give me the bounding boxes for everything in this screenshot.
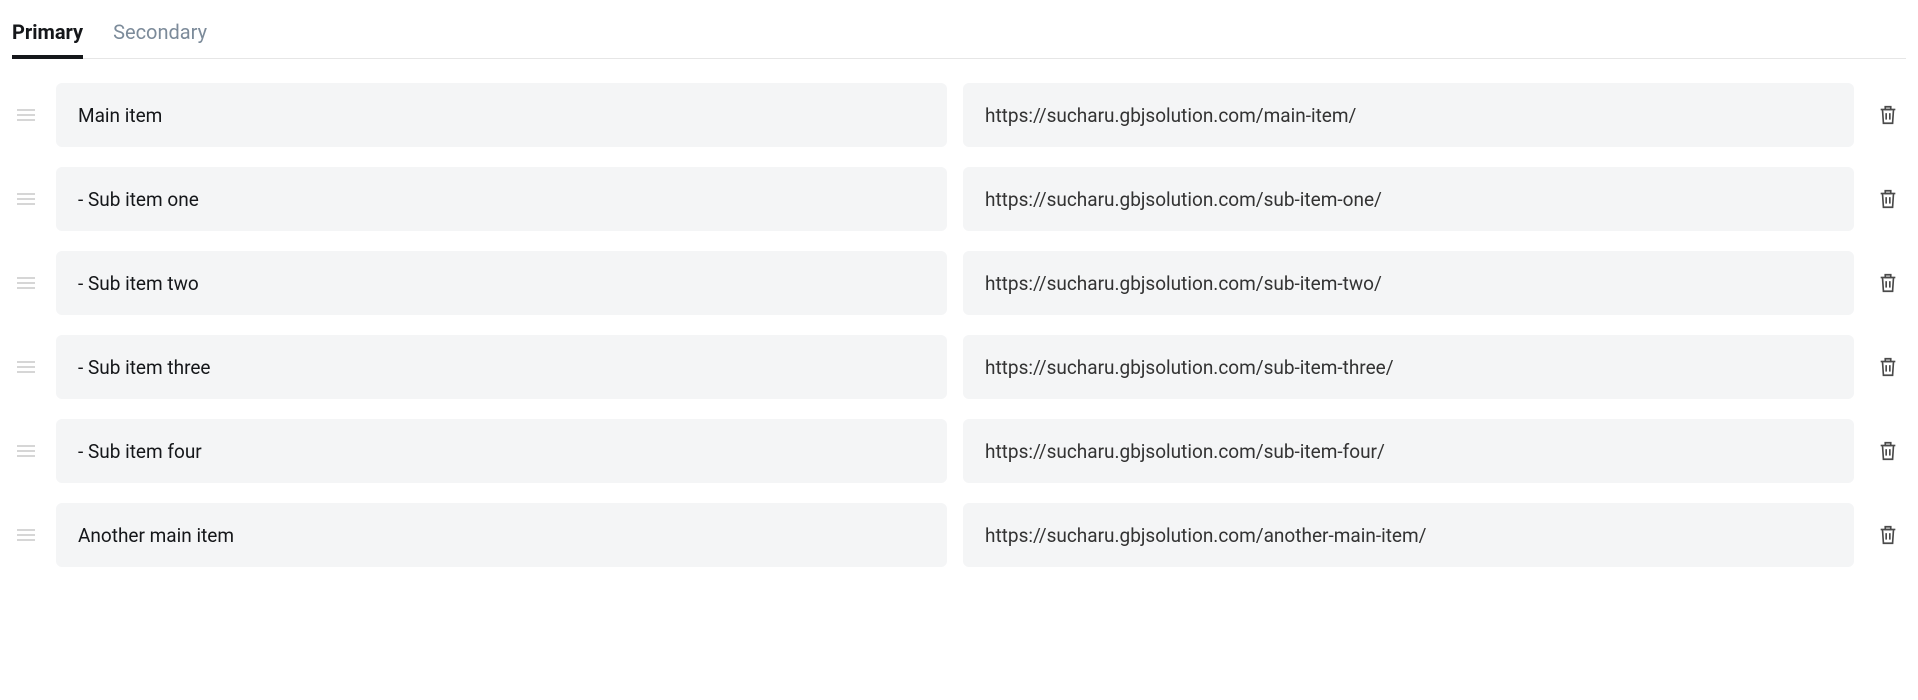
nav-row: [12, 419, 1906, 483]
nav-label-input[interactable]: [56, 251, 947, 315]
tabs-bar: Primary Secondary: [12, 12, 1906, 59]
drag-handle-icon[interactable]: [12, 108, 40, 122]
nav-list: [12, 83, 1906, 567]
nav-row: [12, 335, 1906, 399]
drag-handle-icon[interactable]: [12, 192, 40, 206]
drag-handle-icon[interactable]: [12, 360, 40, 374]
nav-label-input[interactable]: [56, 83, 947, 147]
nav-row: [12, 83, 1906, 147]
nav-label-input[interactable]: [56, 335, 947, 399]
trash-icon: [1877, 440, 1899, 462]
drag-handle-icon[interactable]: [12, 276, 40, 290]
nav-url-input[interactable]: [963, 419, 1854, 483]
trash-icon: [1877, 104, 1899, 126]
nav-row: [12, 251, 1906, 315]
nav-label-input[interactable]: [56, 503, 947, 567]
nav-row: [12, 167, 1906, 231]
delete-button[interactable]: [1870, 188, 1906, 210]
nav-url-input[interactable]: [963, 503, 1854, 567]
delete-button[interactable]: [1870, 104, 1906, 126]
nav-url-input[interactable]: [963, 335, 1854, 399]
trash-icon: [1877, 272, 1899, 294]
delete-button[interactable]: [1870, 356, 1906, 378]
delete-button[interactable]: [1870, 440, 1906, 462]
delete-button[interactable]: [1870, 524, 1906, 546]
nav-label-input[interactable]: [56, 167, 947, 231]
tab-primary[interactable]: Primary: [12, 12, 83, 58]
trash-icon: [1877, 356, 1899, 378]
trash-icon: [1877, 188, 1899, 210]
nav-url-input[interactable]: [963, 167, 1854, 231]
nav-label-input[interactable]: [56, 419, 947, 483]
nav-url-input[interactable]: [963, 251, 1854, 315]
trash-icon: [1877, 524, 1899, 546]
drag-handle-icon[interactable]: [12, 444, 40, 458]
nav-row: [12, 503, 1906, 567]
nav-url-input[interactable]: [963, 83, 1854, 147]
tab-secondary[interactable]: Secondary: [113, 12, 207, 58]
drag-handle-icon[interactable]: [12, 528, 40, 542]
delete-button[interactable]: [1870, 272, 1906, 294]
